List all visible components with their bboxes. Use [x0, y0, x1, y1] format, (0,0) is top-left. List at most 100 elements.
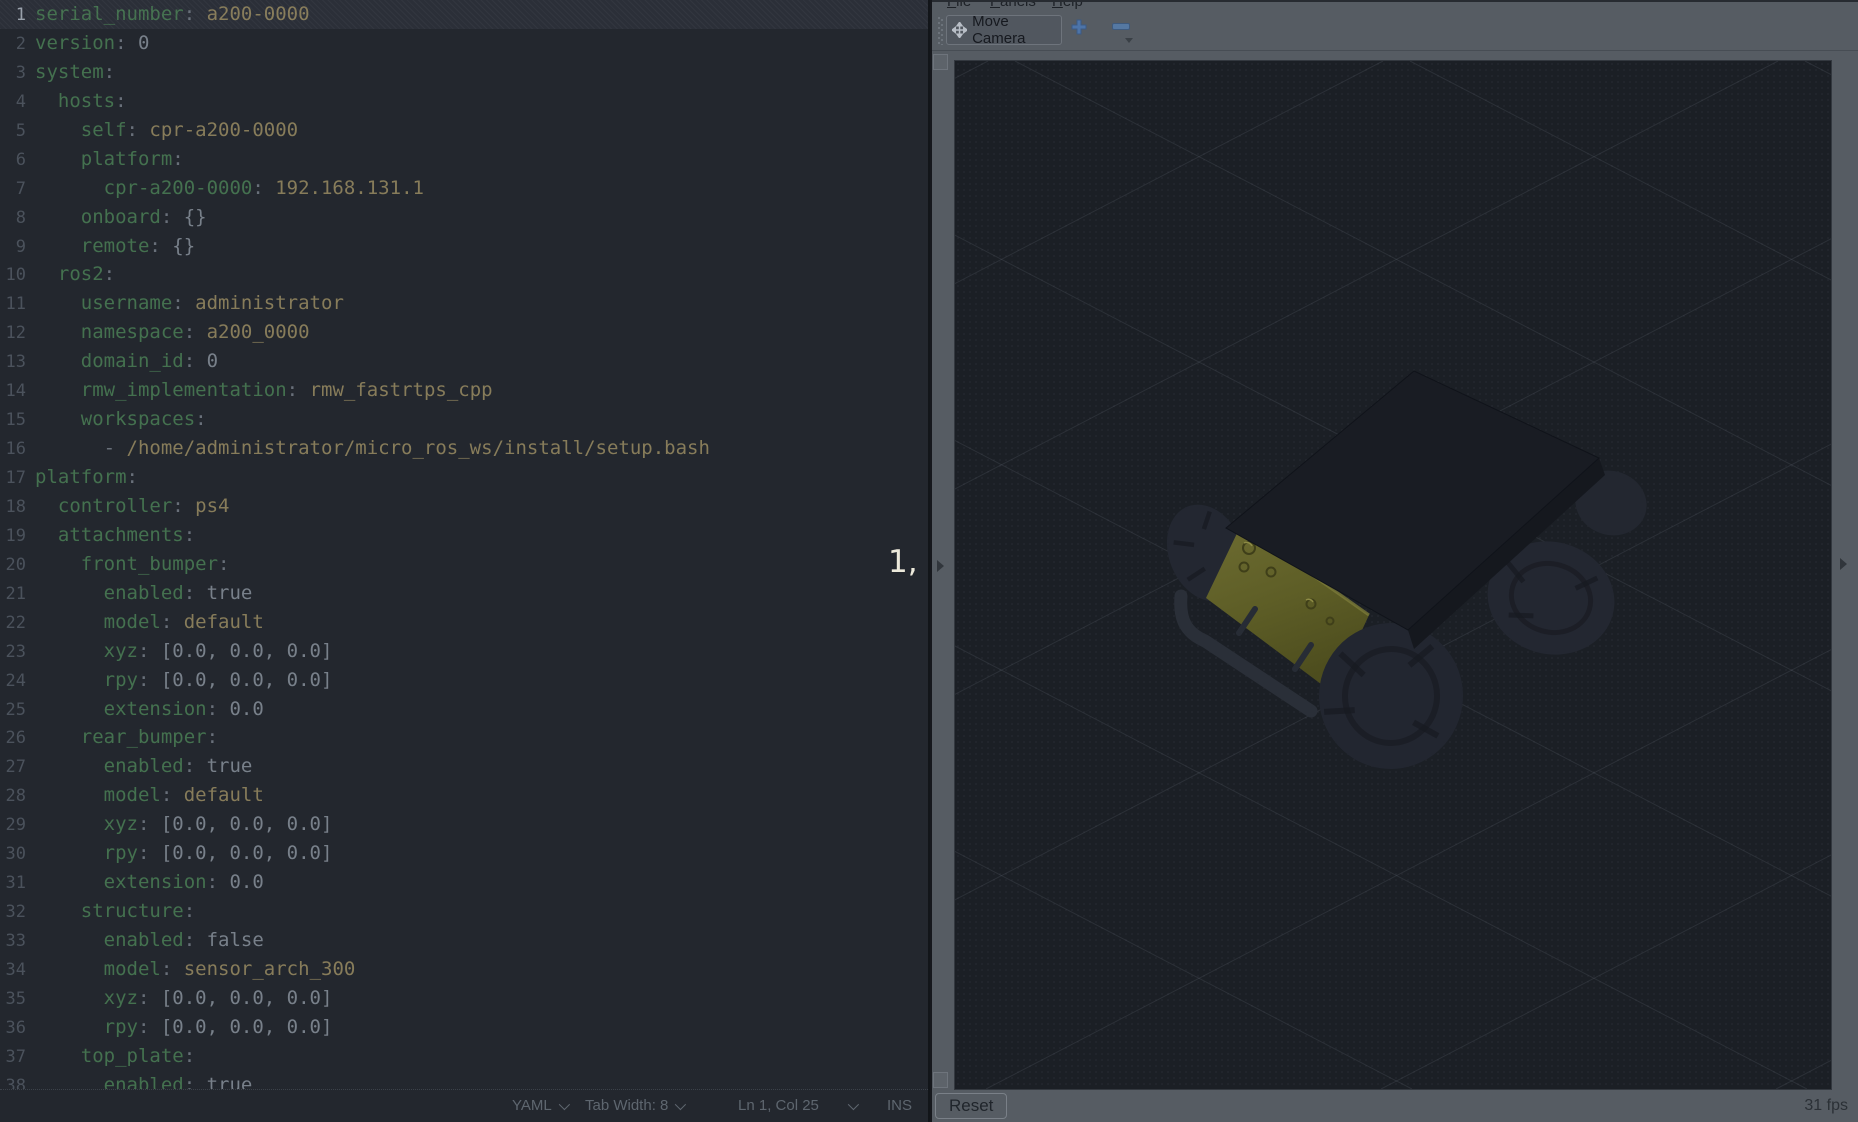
expand-panel-arrow-icon[interactable]: [1840, 558, 1847, 570]
move-camera-button[interactable]: Move Camera: [946, 15, 1062, 45]
code-editor[interactable]: 1serial_number: a200-00002version: 03sys…: [0, 0, 928, 1090]
line-number: 36: [0, 1014, 35, 1043]
code-line: 30 rpy: [0.0, 0.0, 0.0]: [0, 839, 928, 868]
line-number: 8: [0, 204, 35, 233]
code-line: 4 hosts:: [0, 87, 928, 116]
line-number: 28: [0, 782, 35, 811]
line-number: 12: [0, 319, 35, 348]
code-line: 11 username: administrator: [0, 289, 928, 318]
chevron-down-icon: [675, 1099, 686, 1110]
line-number: 27: [0, 753, 35, 782]
code-line: 19 attachments:: [0, 521, 928, 550]
3d-viewport[interactable]: [954, 60, 1832, 1090]
line-number: 7: [0, 175, 35, 204]
code-line: 25 extension: 0.0: [0, 695, 928, 724]
line-number: 4: [0, 88, 35, 117]
line-number: 6: [0, 146, 35, 175]
editor-status-bar: YAML Tab Width: 8 Ln 1, Col 25 INS: [0, 1089, 928, 1122]
code-line: 33 enabled: false: [0, 926, 928, 955]
language-selector[interactable]: YAML: [512, 1097, 567, 1114]
line-number: 13: [0, 348, 35, 377]
code-line: 26 rear_bumper:: [0, 723, 928, 752]
code-line: 12 namespace: a200_0000: [0, 318, 928, 347]
line-number: 17: [0, 464, 35, 493]
code-line: 22 model: default: [0, 608, 928, 637]
collapsed-views-panel[interactable]: [1832, 52, 1858, 1092]
code-line: 27 enabled: true: [0, 752, 928, 781]
line-number: 23: [0, 638, 35, 667]
line-number: 11: [0, 290, 35, 319]
line-number: 10: [0, 261, 35, 290]
panel-corner-button[interactable]: [933, 54, 948, 70]
code-line: 16 - /home/administrator/micro_ros_ws/in…: [0, 434, 928, 463]
code-line: 13 domain_id: 0: [0, 347, 928, 376]
code-line: 18 controller: ps4: [0, 492, 928, 521]
line-number: 37: [0, 1043, 35, 1072]
code-line: 31 extension: 0.0: [0, 868, 928, 897]
collapsed-displays-panel[interactable]: [932, 52, 954, 1092]
line-number: 31: [0, 869, 35, 898]
rviz-main-area: [932, 52, 1858, 1092]
code-line: 7 cpr-a200-0000: 192.168.131.1: [0, 174, 928, 203]
code-line: 9 remote: {}: [0, 232, 928, 261]
code-line: 35 xyz: [0.0, 0.0, 0.0]: [0, 984, 928, 1013]
panel-corner-button[interactable]: [933, 1072, 948, 1088]
line-number: 29: [0, 811, 35, 840]
line-number: 34: [0, 956, 35, 985]
add-tool-button plus-icon[interactable]: [1070, 18, 1088, 36]
remove-tool-button minus-icon[interactable]: [1112, 23, 1130, 30]
toolbar-dropdown-arrow-icon[interactable]: [1125, 38, 1133, 43]
move-camera-label: Move Camera: [972, 13, 1061, 47]
code-line: 37 top_plate:: [0, 1042, 928, 1071]
code-line: 1serial_number: a200-0000: [0, 0, 928, 29]
text-editor-window: 1serial_number: a200-00002version: 03sys…: [0, 0, 930, 1122]
rviz-status-bar: Reset 31 fps: [932, 1090, 1858, 1122]
line-number: 3: [0, 59, 35, 88]
line-number: 33: [0, 927, 35, 956]
line-number: 24: [0, 667, 35, 696]
code-line: 8 onboard: {}: [0, 203, 928, 232]
rviz-toolbar: Move Camera: [932, 12, 1858, 51]
cursor-position: Ln 1, Col 25: [738, 1097, 819, 1114]
code-line: 15 workspaces:: [0, 405, 928, 434]
tab-width-selector[interactable]: Tab Width: 8: [585, 1097, 683, 1114]
code-line: 21 enabled: true: [0, 579, 928, 608]
menu-file[interactable]: File: [947, 2, 971, 10]
reset-button[interactable]: Reset: [935, 1093, 1007, 1119]
line-number: 5: [0, 117, 35, 146]
menu-panels[interactable]: Panels: [990, 2, 1036, 10]
line-number: 25: [0, 696, 35, 725]
menu-help[interactable]: Help: [1052, 2, 1083, 10]
code-line: 29 xyz: [0.0, 0.0, 0.0]: [0, 810, 928, 839]
line-number: 32: [0, 898, 35, 927]
statusbar-dropdown[interactable]: [848, 1097, 856, 1114]
code-line: 17platform:: [0, 463, 928, 492]
line-number: 14: [0, 377, 35, 406]
code-line: 10 ros2:: [0, 260, 928, 289]
code-line: 23 xyz: [0.0, 0.0, 0.0]: [0, 637, 928, 666]
move-arrows-icon: [952, 22, 967, 38]
insert-mode-indicator: INS: [887, 1097, 912, 1114]
overlay-text: 1,: [888, 544, 918, 580]
code-line: 3system:: [0, 58, 928, 87]
line-number: 18: [0, 493, 35, 522]
line-number: 2: [0, 30, 35, 59]
line-number: 22: [0, 609, 35, 638]
toolbar-drag-handle[interactable]: [938, 17, 943, 45]
code-line: 24 rpy: [0.0, 0.0, 0.0]: [0, 666, 928, 695]
code-line: 6 platform:: [0, 145, 928, 174]
code-line: 38 enabled: true: [0, 1071, 928, 1090]
code-line: 20 front_bumper:: [0, 550, 928, 579]
code-line: 14 rmw_implementation: rmw_fastrtps_cpp: [0, 376, 928, 405]
line-number: 16: [0, 435, 35, 464]
code-line: 36 rpy: [0.0, 0.0, 0.0]: [0, 1013, 928, 1042]
code-line: 32 structure:: [0, 897, 928, 926]
line-number: 35: [0, 985, 35, 1014]
expand-panel-arrow-icon[interactable]: [937, 560, 944, 572]
line-number: 20: [0, 551, 35, 580]
code-line: 2version: 0: [0, 29, 928, 58]
husky-robot-model: [1153, 371, 1655, 778]
rviz-menu-bar: File Panels Help: [932, 2, 1858, 12]
code-line: 28 model: default: [0, 781, 928, 810]
line-number: 1: [0, 1, 35, 30]
